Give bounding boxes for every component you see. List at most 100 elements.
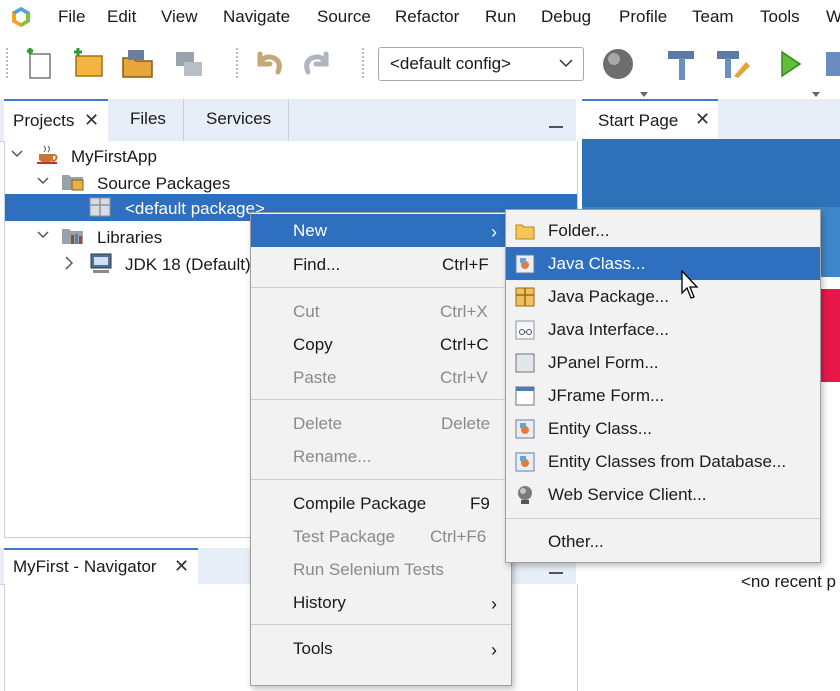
menu-window[interactable]: W xyxy=(826,7,840,27)
chevron-down-icon[interactable] xyxy=(37,177,49,185)
minimize-icon[interactable] xyxy=(549,126,563,128)
tab-projects[interactable]: Projects ✕ xyxy=(4,99,108,141)
build-hammer-icon[interactable] xyxy=(664,46,700,82)
menu-team[interactable]: Team xyxy=(692,7,734,27)
open-project-icon[interactable] xyxy=(120,46,156,82)
menu-item-label: Paste xyxy=(293,368,337,387)
projects-tab-bar: Projects ✕ Files Services xyxy=(0,99,576,142)
submenu-item-web-service-client[interactable]: Web Service Client... xyxy=(506,478,820,511)
menu-item-compile-package[interactable]: Compile Package F9 xyxy=(251,487,511,520)
menu-item-run-selenium-tests[interactable]: Run Selenium Tests xyxy=(251,553,511,586)
new-file-icon[interactable] xyxy=(22,46,58,82)
close-icon[interactable]: ✕ xyxy=(84,110,99,131)
chevron-down-icon[interactable] xyxy=(37,231,49,239)
menu-item-label: Compile Package xyxy=(293,494,427,513)
mouse-cursor-icon xyxy=(681,270,699,299)
submenu-item-java-interface[interactable]: Java Interface... xyxy=(506,313,820,346)
netbeans-logo-icon xyxy=(12,7,30,27)
globe-icon[interactable] xyxy=(600,46,636,82)
tab-start-page[interactable]: Start Page ✕ xyxy=(582,99,718,139)
toolbar-grip xyxy=(6,48,11,78)
chevron-right-icon: › xyxy=(491,594,497,614)
run-icon[interactable] xyxy=(772,46,808,82)
menu-item-cut[interactable]: Cut Ctrl+X xyxy=(251,295,511,328)
menu-item-shortcut: F9 xyxy=(470,494,490,513)
debug-icon[interactable] xyxy=(826,46,840,82)
toolbar: <default config> xyxy=(0,34,840,98)
menu-item-new[interactable]: New › xyxy=(251,214,511,247)
jframe-form-icon xyxy=(515,386,535,406)
entity-class-icon xyxy=(515,419,535,439)
submenu-item-folder[interactable]: Folder... xyxy=(506,214,820,247)
tab-files[interactable]: Files xyxy=(109,99,184,141)
menu-file[interactable]: File xyxy=(58,7,85,27)
menu-source[interactable]: Source xyxy=(317,7,371,27)
menu-separator xyxy=(251,624,511,625)
menu-item-label: Entity Class... xyxy=(548,419,652,438)
context-menu: New › Find... Ctrl+F Cut Ctrl+X Copy Ctr… xyxy=(250,212,512,686)
entity-classes-database-icon xyxy=(515,452,535,472)
minimize-icon[interactable] xyxy=(549,572,563,574)
submenu-item-jframe-form[interactable]: JFrame Form... xyxy=(506,379,820,412)
tab-label: Start Page xyxy=(598,111,679,130)
chevron-down-icon xyxy=(559,59,573,68)
submenu-item-java-package[interactable]: Java Package... xyxy=(506,280,820,313)
chevron-down-icon[interactable] xyxy=(640,92,648,98)
navigator-title: MyFirst - Navigator xyxy=(13,557,157,576)
menu-edit[interactable]: Edit xyxy=(107,7,136,27)
tree-node-source-packages[interactable]: Source Packages xyxy=(5,169,577,196)
undo-icon[interactable] xyxy=(250,46,286,82)
menu-item-test-package[interactable]: Test Package Ctrl+F6 xyxy=(251,520,511,553)
menu-run[interactable]: Run xyxy=(485,7,516,27)
menu-item-label: Java Class... xyxy=(548,254,646,273)
tab-services[interactable]: Services xyxy=(185,99,289,141)
chevron-down-icon[interactable] xyxy=(812,92,820,98)
submenu-item-entity-classes-from-database[interactable]: Entity Classes from Database... xyxy=(506,445,820,478)
menu-item-tools[interactable]: Tools › xyxy=(251,632,511,665)
menu-profile[interactable]: Profile xyxy=(619,7,667,27)
close-project-icon[interactable] xyxy=(172,46,208,82)
menu-navigate[interactable]: Navigate xyxy=(223,7,290,27)
tab-navigator[interactable]: MyFirst - Navigator ✕ xyxy=(4,548,198,584)
menu-bar: File Edit View Navigate Source Refactor … xyxy=(0,0,840,34)
menu-item-paste[interactable]: Paste Ctrl+V xyxy=(251,361,511,394)
jdk-label: JDK 18 (Default) xyxy=(125,255,251,274)
chevron-right-icon[interactable] xyxy=(65,256,73,270)
menu-debug[interactable]: Debug xyxy=(541,7,591,27)
menu-item-label: History xyxy=(293,593,346,612)
java-class-icon xyxy=(515,254,535,274)
tree-node-project[interactable]: MyFirstApp xyxy=(5,142,577,169)
tab-label: Services xyxy=(206,109,272,128)
menu-item-label: Folder... xyxy=(548,221,610,240)
menu-item-rename[interactable]: Rename... xyxy=(251,440,511,473)
menu-refactor[interactable]: Refactor xyxy=(395,7,459,27)
config-dropdown[interactable]: <default config> xyxy=(378,47,584,81)
menu-item-delete[interactable]: Delete Delete xyxy=(251,407,511,440)
chevron-down-icon[interactable] xyxy=(11,150,23,158)
jdk-computer-icon xyxy=(90,253,112,273)
menu-tools[interactable]: Tools xyxy=(760,7,800,27)
clean-build-icon[interactable] xyxy=(714,46,750,82)
package-icon xyxy=(89,197,111,217)
menu-item-history[interactable]: History › xyxy=(251,586,511,619)
menu-item-find[interactable]: Find... Ctrl+F xyxy=(251,248,511,281)
menu-separator xyxy=(506,518,820,519)
jpanel-form-icon xyxy=(515,353,535,373)
submenu-item-entity-class[interactable]: Entity Class... xyxy=(506,412,820,445)
submenu-item-other[interactable]: Other... xyxy=(506,525,820,558)
menu-view[interactable]: View xyxy=(161,7,198,27)
menu-item-copy[interactable]: Copy Ctrl+C xyxy=(251,328,511,361)
submenu-item-jpanel-form[interactable]: JPanel Form... xyxy=(506,346,820,379)
libraries-label: Libraries xyxy=(97,228,163,247)
menu-item-label: Rename... xyxy=(293,447,372,466)
submenu-item-java-class[interactable]: Java Class... xyxy=(506,247,820,280)
new-project-icon[interactable] xyxy=(70,46,106,82)
redo-icon[interactable] xyxy=(300,46,336,82)
default-package-label: <default package> xyxy=(125,199,265,218)
menu-item-label: Java Package... xyxy=(548,287,669,306)
close-icon[interactable]: ✕ xyxy=(695,109,710,130)
java-package-icon xyxy=(515,287,535,307)
menu-item-label: Other... xyxy=(548,532,604,551)
close-icon[interactable]: ✕ xyxy=(174,556,189,577)
chevron-right-icon: › xyxy=(491,640,497,660)
